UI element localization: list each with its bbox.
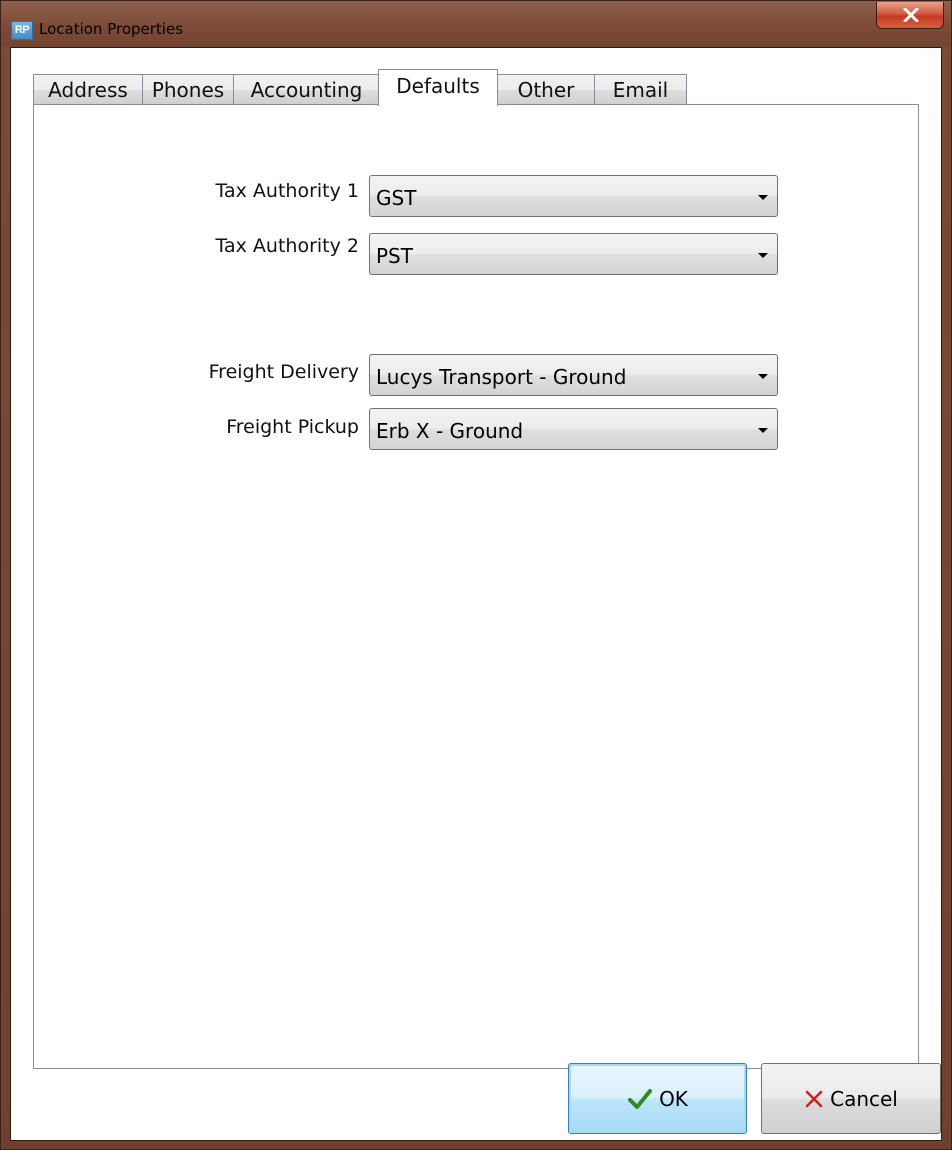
ok-button[interactable]: OK: [568, 1063, 747, 1134]
chevron-down-icon: [758, 253, 768, 258]
chevron-down-icon: [758, 195, 768, 200]
app-icon: RP: [11, 21, 33, 40]
tax-authority-1-label: Tax Authority 1: [215, 180, 359, 202]
tab-phones[interactable]: Phones: [142, 74, 234, 105]
freight-delivery-value: Lucys Transport - Ground: [376, 365, 627, 389]
freight-delivery-dropdown[interactable]: Lucys Transport - Ground: [369, 354, 778, 396]
tab-defaults[interactable]: Defaults: [378, 69, 498, 106]
x-icon: [805, 1090, 823, 1107]
defaults-tab-panel: Tax Authority 1 GST Tax Authority 2 PST …: [33, 104, 919, 1069]
tax-authority-1-value: GST: [376, 186, 417, 210]
freight-pickup-value: Erb X - Ground: [376, 419, 524, 443]
freight-delivery-label: Freight Delivery: [208, 361, 359, 383]
cancel-button-label: Cancel: [830, 1086, 898, 1111]
tab-address[interactable]: Address: [33, 74, 143, 105]
chevron-down-icon: [758, 428, 768, 433]
window-title: Location Properties: [39, 20, 184, 38]
ok-button-label: OK: [659, 1086, 688, 1111]
close-button[interactable]: [876, 2, 944, 29]
tax-authority-2-label: Tax Authority 2: [215, 235, 359, 257]
chevron-down-icon: [758, 374, 768, 379]
tab-other[interactable]: Other: [497, 74, 595, 105]
tax-authority-1-dropdown[interactable]: GST: [369, 175, 778, 217]
location-properties-window: RP Location Properties Address Phones Ac…: [0, 0, 952, 1150]
freight-pickup-label: Freight Pickup: [226, 416, 359, 438]
cancel-button[interactable]: Cancel: [761, 1063, 941, 1134]
tab-email[interactable]: Email: [594, 74, 687, 105]
tab-accounting[interactable]: Accounting: [233, 74, 380, 105]
checkmark-icon: [628, 1088, 653, 1109]
freight-pickup-dropdown[interactable]: Erb X - Ground: [369, 408, 778, 450]
title-bar[interactable]: RP Location Properties: [1, 1, 951, 47]
close-icon: [903, 8, 919, 22]
tax-authority-2-value: PST: [376, 244, 413, 268]
tax-authority-2-dropdown[interactable]: PST: [369, 233, 778, 275]
dialog-client-area: Address Phones Accounting Defaults Other…: [10, 47, 942, 1141]
